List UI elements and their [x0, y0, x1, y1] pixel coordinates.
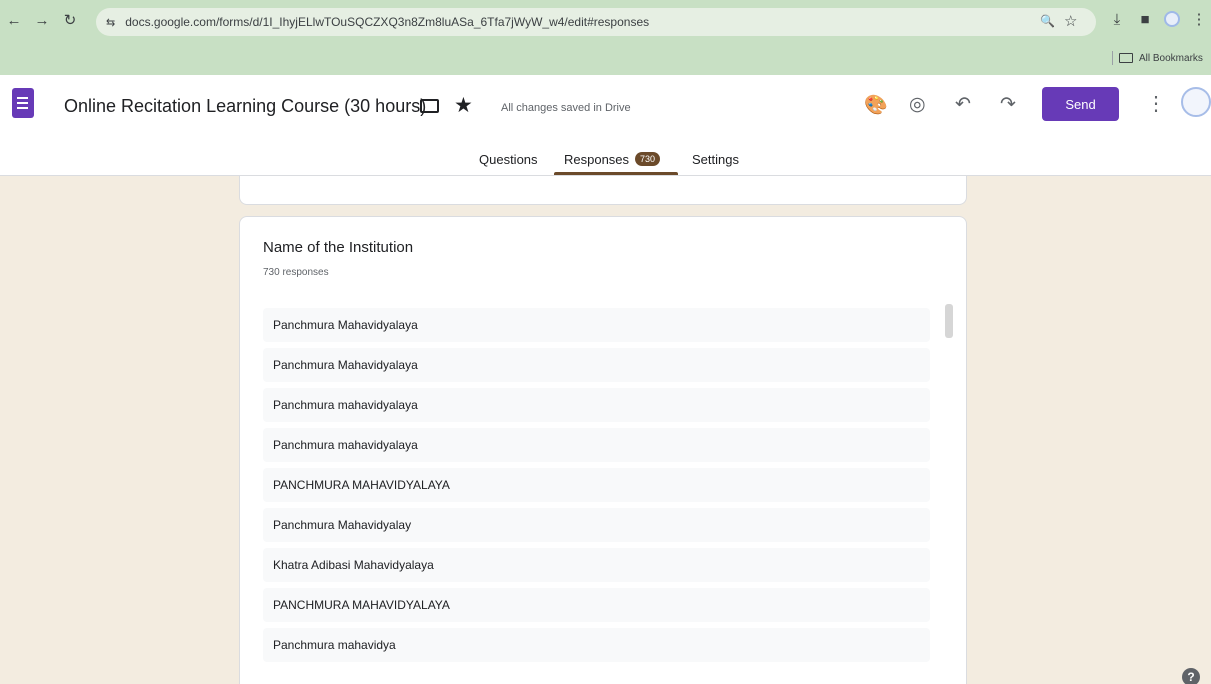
browser-profile-icon[interactable]	[1164, 11, 1180, 27]
address-bar[interactable]: ⇆ docs.google.com/forms/d/1I_IhyjELlwTOu…	[96, 8, 1096, 36]
question-summary-card: Name of the Institution 730 responses Pa…	[239, 216, 967, 684]
list-item: Panchmura mahavidyalaya	[263, 388, 930, 422]
list-item: Panchmura Mahavidyalaya	[263, 308, 930, 342]
tab-settings[interactable]: Settings	[692, 149, 739, 169]
list-item: PANCHMURA MAHAVIDYALAYA	[263, 468, 930, 502]
list-item: Panchmura Mahavidyalaya	[263, 348, 930, 382]
preview-icon[interactable]: ◎	[909, 93, 926, 116]
forward-icon[interactable]: →	[32, 10, 52, 30]
bookmarks-bar: All Bookmarks	[1112, 51, 1203, 65]
list-item: Panchmura Mahavidyalay	[263, 508, 930, 542]
undo-icon[interactable]: ↶	[955, 93, 971, 116]
responses-count-badge: 730	[635, 152, 661, 166]
zoom-icon[interactable]: 🔍	[1040, 14, 1055, 28]
tab-questions-label: Questions	[479, 151, 538, 167]
tab-settings-label: Settings	[692, 151, 739, 167]
tab-responses[interactable]: Responses 730	[564, 149, 661, 169]
question-title: Name of the Institution	[263, 239, 414, 256]
list-item: Panchmura mahavidya	[263, 628, 930, 662]
url-text[interactable]: docs.google.com/forms/d/1I_IhyjELlwTOuSQ…	[125, 15, 649, 29]
move-to-folder-icon[interactable]	[420, 99, 439, 113]
palette-icon[interactable]: 🎨	[864, 93, 888, 117]
side-panel-icon[interactable]: ■	[1136, 11, 1154, 28]
download-icon[interactable]: ⤓	[1108, 11, 1126, 28]
tab-responses-label: Responses	[564, 151, 630, 167]
bookmark-star-icon[interactable]: ☆	[1064, 12, 1077, 30]
active-tab-indicator	[554, 172, 678, 175]
help-icon[interactable]: ?	[1182, 668, 1200, 684]
avatar[interactable]	[1181, 87, 1211, 117]
browser-nav: ← → ↻	[4, 10, 80, 30]
list-item: PANCHMURA MAHAVIDYALAYA	[263, 588, 930, 622]
form-title[interactable]: Online Recitation Learning Course (30 ho…	[64, 96, 426, 117]
browser-toolbar: ← → ↻ ⇆ docs.google.com/forms/d/1I_IhyjE…	[0, 0, 1211, 75]
response-list-scrollbar[interactable]	[945, 304, 953, 338]
all-bookmarks-label[interactable]: All Bookmarks	[1139, 53, 1203, 64]
forms-header: Online Recitation Learning Course (30 ho…	[0, 75, 1211, 176]
star-icon[interactable]: ★	[454, 93, 473, 118]
send-button[interactable]: Send	[1042, 87, 1119, 121]
response-count: 730 responses	[263, 267, 329, 278]
previous-question-card	[239, 176, 967, 205]
back-icon[interactable]: ←	[4, 10, 24, 30]
more-options-icon[interactable]: ⋮	[1146, 91, 1166, 116]
list-item: Panchmura mahavidyalaya	[263, 428, 930, 462]
tab-questions[interactable]: Questions	[479, 149, 538, 169]
folder-icon	[1119, 53, 1133, 63]
browser-actions: ⤓ ■ ⋮	[1108, 10, 1208, 29]
reload-icon[interactable]: ↻	[60, 10, 80, 30]
site-info-icon[interactable]: ⇆	[106, 16, 115, 29]
browser-menu-icon[interactable]: ⋮	[1190, 10, 1208, 28]
redo-icon[interactable]: ↷	[1000, 93, 1016, 116]
response-list[interactable]: Panchmura Mahavidyalaya Panchmura Mahavi…	[263, 308, 930, 668]
save-status: All changes saved in Drive	[501, 102, 631, 114]
google-forms-logo-icon[interactable]	[12, 88, 34, 118]
list-item: Khatra Adibasi Mahavidyalaya	[263, 548, 930, 582]
bookmarks-divider	[1112, 51, 1113, 65]
